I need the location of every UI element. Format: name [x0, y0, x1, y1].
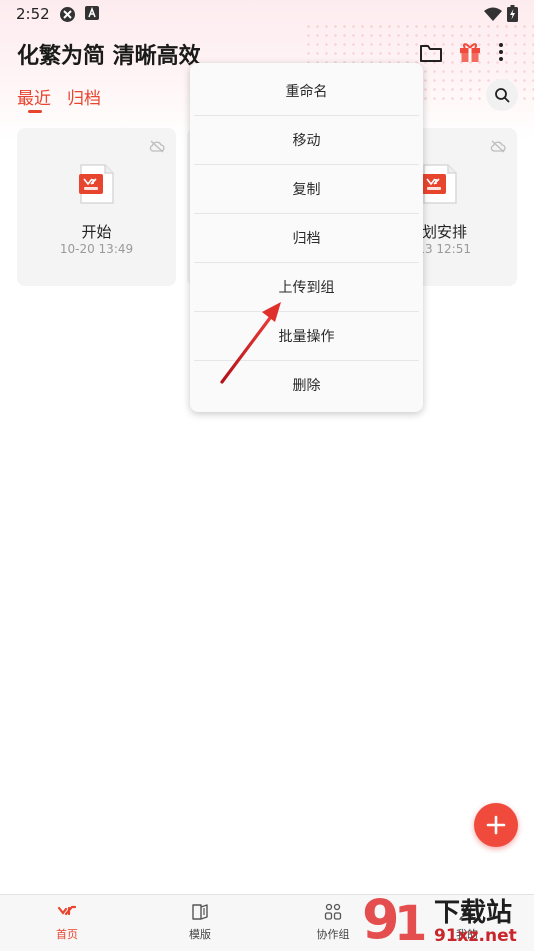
nav-home[interactable]: 首页: [27, 895, 107, 951]
add-button[interactable]: [474, 803, 518, 847]
nav-templates[interactable]: 模版: [160, 895, 240, 951]
watermark-brand: 下载站: [434, 898, 513, 928]
home-logo-icon: [57, 905, 77, 916]
watermark-url: 91xz.net: [434, 926, 517, 946]
collab-group-icon: [324, 903, 342, 920]
nav-templates-label: 模版: [189, 928, 211, 941]
annotation-arrow: [220, 302, 281, 384]
nav-home-label: 首页: [56, 928, 78, 941]
plus-icon: [486, 815, 506, 835]
svg-text:1: 1: [394, 896, 427, 950]
template-book-icon: [192, 904, 208, 920]
